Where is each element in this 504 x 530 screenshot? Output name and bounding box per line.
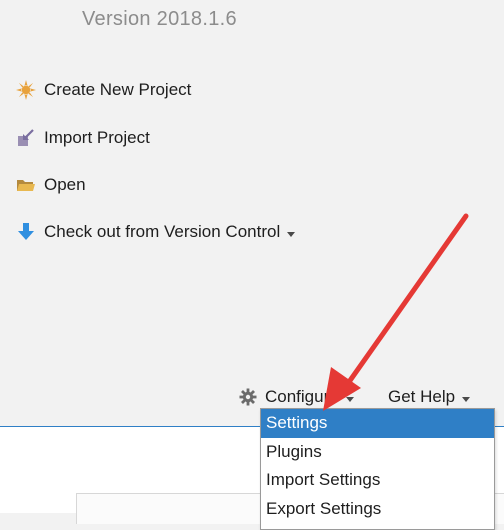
import-project-action[interactable]: Import Project (16, 125, 150, 151)
menu-item-export-settings[interactable]: Export Settings (261, 495, 494, 524)
folder-icon (16, 175, 36, 195)
open-label: Open (44, 175, 86, 194)
gear-icon (238, 387, 258, 407)
chevron-down-icon (345, 396, 354, 402)
menu-item-plugins[interactable]: Plugins (261, 438, 494, 467)
download-arrow-icon (16, 222, 36, 242)
chevron-down-icon (462, 396, 471, 402)
get-help-label: Get Help (388, 387, 456, 406)
checkout-version-control-action[interactable]: Check out from Version Control (16, 219, 296, 245)
create-new-project-action[interactable]: Create New Project (16, 77, 191, 103)
configure-dropdown-menu: Settings Plugins Import Settings Export … (260, 408, 495, 530)
configure-button[interactable]: Configure (238, 384, 354, 410)
menu-item-settings[interactable]: Settings (261, 409, 494, 438)
welcome-panel: Version 2018.1.6 Create New Project Impo… (0, 0, 504, 426)
checkout-version-control-label: Check out from Version Control (44, 222, 281, 241)
get-help-button[interactable]: Get Help (388, 384, 471, 410)
configure-label: Configure (265, 387, 339, 406)
import-icon (16, 128, 36, 148)
import-project-label: Import Project (44, 128, 150, 147)
open-action[interactable]: Open (16, 172, 86, 198)
sun-star-icon (16, 80, 36, 100)
version-label: Version 2018.1.6 (82, 8, 237, 30)
chevron-down-icon (287, 231, 296, 237)
create-new-project-label: Create New Project (44, 80, 192, 99)
menu-item-import-settings[interactable]: Import Settings (261, 466, 494, 495)
